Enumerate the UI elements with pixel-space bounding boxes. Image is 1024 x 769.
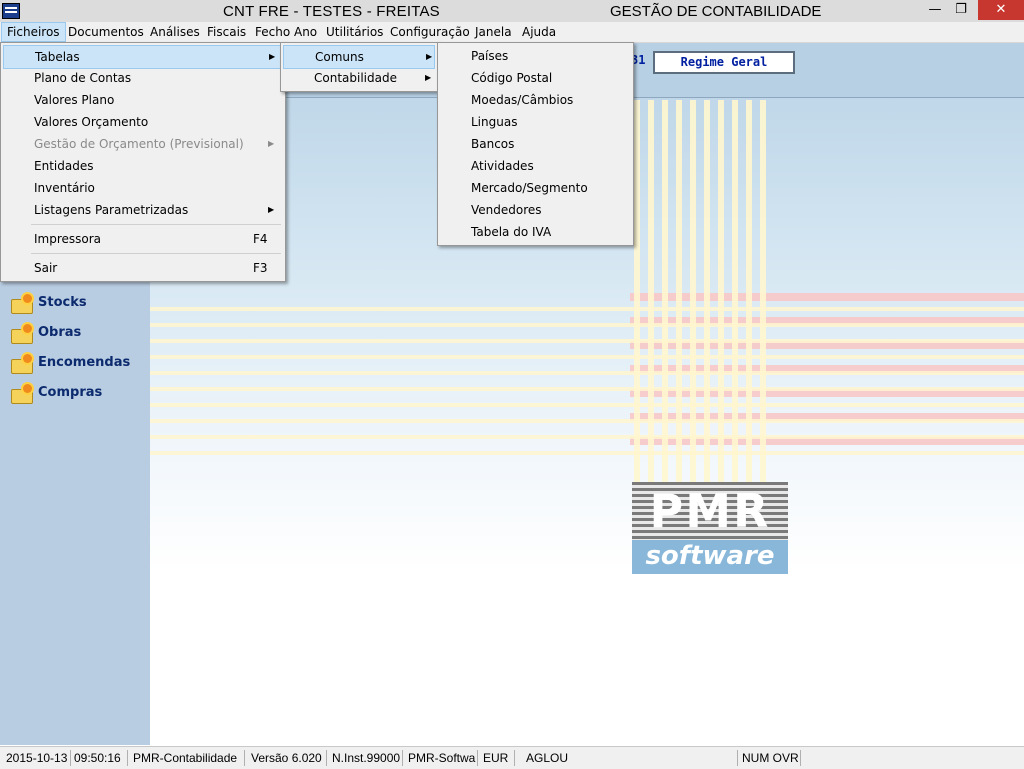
folder-icon [10, 353, 34, 374]
menu-fecho-ano[interactable]: Fecho Ano [250, 22, 322, 42]
menu-item-label: Inventário [34, 181, 95, 195]
menu-item-label: Vendedores [471, 203, 542, 217]
menu-configuracao[interactable]: Configuração [385, 22, 475, 42]
sidebar-item-label: Compras [38, 385, 103, 400]
menu-item-label: Entidades [34, 159, 94, 173]
status-time: 09:50:16 [74, 751, 121, 765]
menu-item-atividades[interactable]: Atividades [440, 155, 629, 177]
sidebar-item-label: Encomendas [38, 355, 131, 370]
menu-item-valores-orcamento[interactable]: Valores Orçamento [3, 111, 281, 133]
menu-item-label: Países [471, 49, 509, 63]
menu-item-paises[interactable]: Países [440, 45, 629, 67]
menu-item-label: Sair [34, 261, 58, 275]
menu-item-mercado-segmento[interactable]: Mercado/Segmento [440, 177, 629, 199]
menu-item-label: Valores Orçamento [34, 115, 149, 129]
status-keys: NUM OVR [742, 751, 799, 765]
submenu-arrow-icon: ▶ [268, 139, 275, 148]
menu-item-entidades[interactable]: Entidades [3, 155, 281, 177]
sidebar-item-obras[interactable]: Obras [10, 322, 81, 344]
menu-item-impressora[interactable]: Impressora F4 [3, 228, 281, 250]
menu-item-gestao-orcamento: Gestão de Orçamento (Previsional) ▶ [3, 133, 281, 155]
status-user: AGLOU [526, 751, 569, 765]
sidebar-item-compras[interactable]: Compras [10, 382, 102, 404]
menu-documentos[interactable]: Documentos [63, 22, 149, 42]
menu-item-contabilidade[interactable]: Contabilidade ▶ [283, 67, 435, 89]
menu-item-plano-de-contas[interactable]: Plano de Contas [3, 67, 281, 89]
menu-item-label: Valores Plano [34, 93, 115, 107]
menu-item-inventario[interactable]: Inventário [3, 177, 281, 199]
logo-pmr-text: PMR [632, 482, 788, 540]
menu-item-listagens-parametrizadas[interactable]: Listagens Parametrizadas ▶ [3, 199, 281, 221]
folder-icon [10, 293, 34, 314]
menu-item-valores-plano[interactable]: Valores Plano [3, 89, 281, 111]
app-module-title: GESTÃO DE CONTABILIDADE [610, 3, 822, 20]
status-bar: 2015-10-13 09:50:16 PMR-Contabilidade Ve… [0, 746, 1024, 769]
menu-item-label: Moedas/Câmbios [471, 93, 574, 107]
menu-separator [31, 224, 281, 225]
status-currency: EUR [483, 751, 509, 765]
menu-bar: Ficheiros Documentos Análises Fiscais Fe… [0, 22, 1024, 43]
submenu-arrow-icon: ▶ [268, 205, 275, 214]
menu-item-label: Tabelas [35, 50, 80, 64]
menu-item-label: Impressora [34, 232, 102, 246]
status-date: 2015-10-13 [6, 751, 68, 765]
menu-item-label: Comuns [315, 50, 364, 64]
pmr-software-logo: PMR software [632, 482, 788, 574]
menu-item-label: Bancos [471, 137, 515, 151]
menu-item-label: Código Postal [471, 71, 553, 85]
sidebar-item-label: Obras [38, 325, 82, 340]
menu-fiscais[interactable]: Fiscais [202, 22, 251, 42]
menu-utilitarios[interactable]: Utilitários [321, 22, 388, 42]
logo-software-text: software [632, 540, 788, 574]
submenu-arrow-icon: ▶ [269, 52, 276, 61]
folder-icon [10, 323, 34, 344]
sidebar-item-label: Stocks [38, 295, 87, 310]
menu-item-linguas[interactable]: Linguas [440, 111, 629, 133]
menu-item-label: Listagens Parametrizadas [34, 203, 189, 217]
menu-separator [31, 253, 281, 254]
menu-item-bancos[interactable]: Bancos [440, 133, 629, 155]
ficheiros-menu: Tabelas ▶ Plano de Contas Valores Plano … [0, 42, 286, 282]
submenu-arrow-icon: ▶ [426, 52, 433, 61]
app-icon[interactable] [2, 3, 20, 19]
menu-ficheiros[interactable]: Ficheiros [1, 22, 66, 42]
menu-ajuda[interactable]: Ajuda [517, 22, 561, 42]
close-button[interactable]: ✕ [978, 0, 1024, 20]
title-bar: CNT FRE - TESTES - FREITAS GESTÃO DE CON… [0, 0, 1024, 22]
menu-item-tabelas[interactable]: Tabelas ▶ [3, 45, 281, 69]
menu-item-comuns[interactable]: Comuns ▶ [283, 45, 435, 69]
menu-item-label: Mercado/Segmento [471, 181, 588, 195]
menu-item-label: Tabela do IVA [471, 225, 552, 239]
status-vendor: PMR-Softwa [408, 751, 476, 765]
shortcut-label: F3 [253, 261, 268, 275]
window-title: CNT FRE - TESTES - FREITAS [223, 3, 440, 20]
menu-item-label: Plano de Contas [34, 71, 132, 85]
status-instance: N.Inst.99000 [332, 751, 401, 765]
menu-item-sair[interactable]: Sair F3 [3, 257, 281, 279]
menu-item-codigo-postal[interactable]: Código Postal [440, 67, 629, 89]
menu-item-label: Linguas [471, 115, 518, 129]
tabelas-submenu: Comuns ▶ Contabilidade ▶ [280, 42, 440, 92]
menu-janela[interactable]: Janela [470, 22, 517, 42]
folder-icon [10, 383, 34, 404]
submenu-arrow-icon: ▶ [425, 73, 432, 82]
status-product: PMR-Contabilidade [133, 751, 238, 765]
shortcut-label: F4 [253, 232, 268, 246]
menu-item-label: Atividades [471, 159, 534, 173]
menu-item-moedas-cambios[interactable]: Moedas/Câmbios [440, 89, 629, 111]
menu-item-label: Gestão de Orçamento (Previsional) [34, 137, 244, 151]
sidebar-item-stocks[interactable]: Stocks [10, 292, 87, 314]
sidebar-item-encomendas[interactable]: Encomendas [10, 352, 130, 374]
restore-button[interactable]: ❐ [946, 0, 976, 20]
menu-item-label: Contabilidade [314, 71, 397, 85]
status-version: Versão 6.020 [251, 751, 322, 765]
regime-field: Regime Geral [653, 51, 795, 74]
menu-item-vendedores[interactable]: Vendedores [440, 199, 629, 221]
menu-item-tabela-do-iva[interactable]: Tabela do IVA [440, 221, 629, 243]
menu-analises[interactable]: Análises [145, 22, 205, 42]
comuns-submenu: Países Código Postal Moedas/Câmbios Ling… [437, 42, 634, 246]
